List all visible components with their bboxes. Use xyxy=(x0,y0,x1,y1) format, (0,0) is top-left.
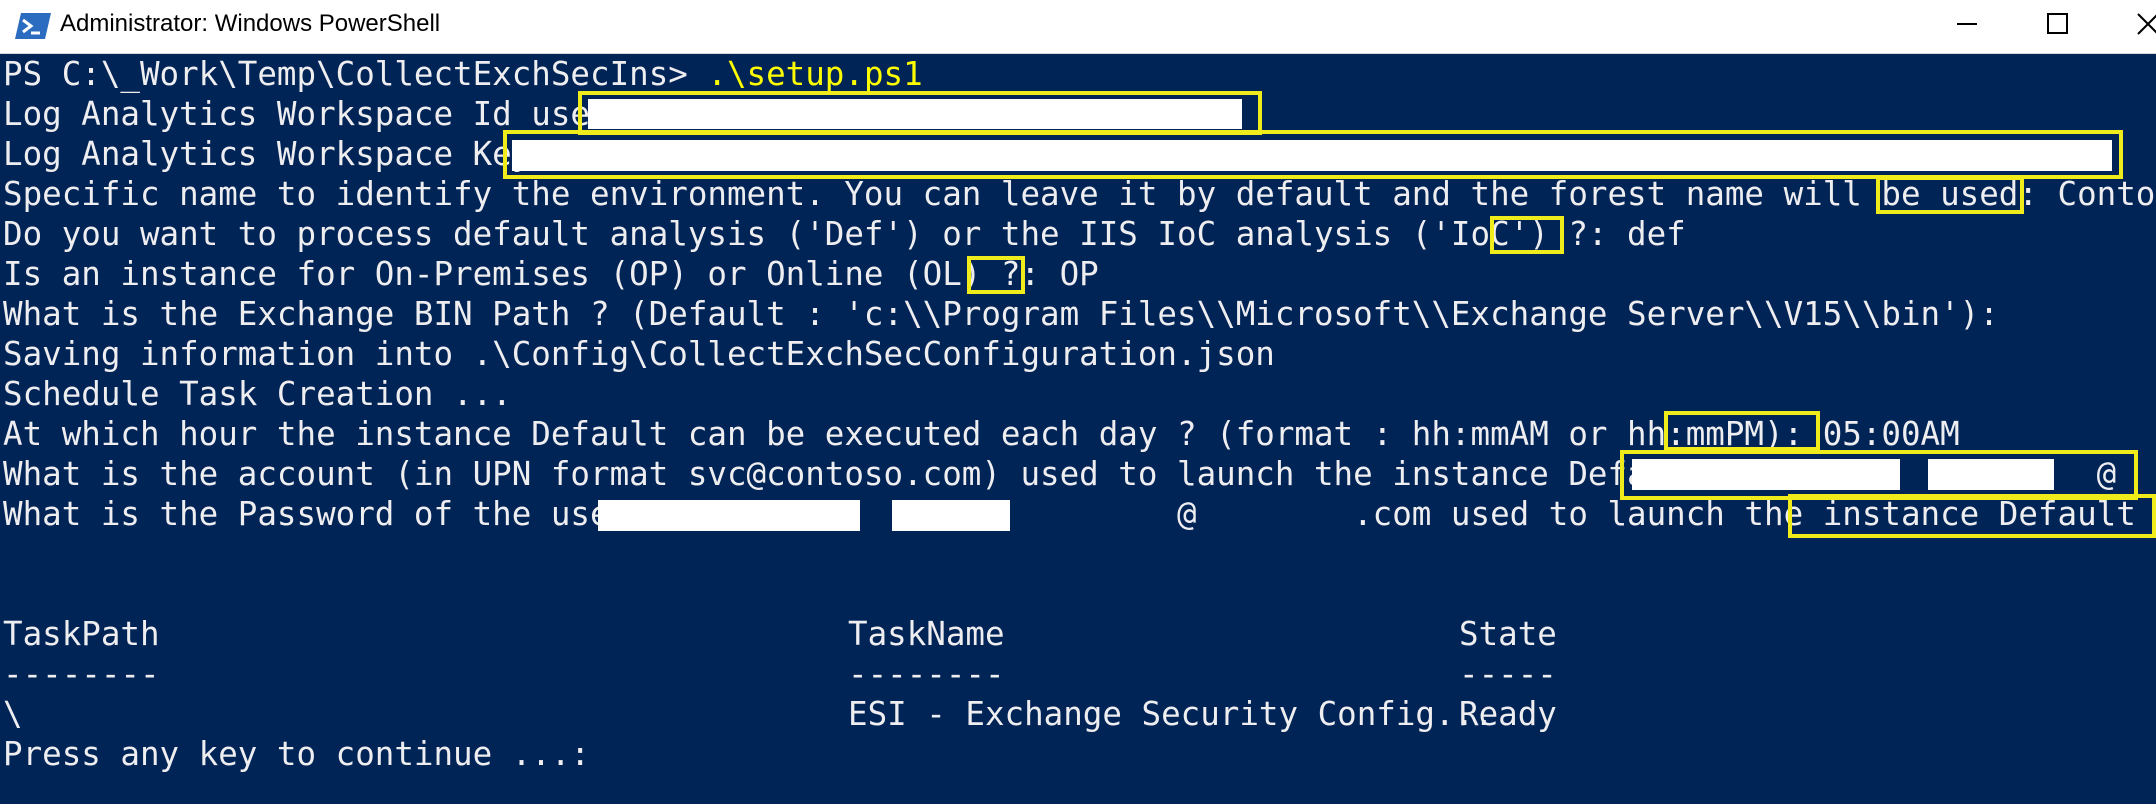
console-line: Do you want to process default analysis … xyxy=(3,215,1686,253)
table-cell-taskname: ESI - Exchange Security Config... xyxy=(848,695,1494,733)
environment-name-highlight xyxy=(1876,176,2024,214)
powershell-icon xyxy=(14,11,52,41)
instance-type-highlight xyxy=(967,256,1025,294)
user-name-redaction xyxy=(598,500,860,531)
command: .\setup.ps1 xyxy=(707,55,923,93)
column-header-state: State xyxy=(1459,615,1557,653)
analysis-type-highlight xyxy=(1490,216,1564,254)
title-bar[interactable]: Administrator: Windows PowerShell xyxy=(0,0,2156,54)
close-button[interactable] xyxy=(2118,0,2156,48)
console-line: Log Analytics Workspace Key: xyxy=(3,135,551,173)
console-line: What is the Exchange BIN Path ? (Default… xyxy=(3,295,1999,333)
maximize-button[interactable] xyxy=(2028,0,2088,48)
footer-prompt: Press any key to continue ...: xyxy=(3,735,590,773)
console-line: Specific name to identify the environmen… xyxy=(3,175,2156,213)
table-cell-state: Ready xyxy=(1459,695,1557,733)
column-separator: -------- xyxy=(848,655,1005,693)
column-header-taskpath: TaskPath xyxy=(3,615,160,653)
schedule-hour-highlight xyxy=(1664,411,1820,451)
user-domain-redaction xyxy=(892,500,1010,531)
console-line: Saving information into .\Config\Collect… xyxy=(3,335,1275,373)
maximize-icon xyxy=(2047,13,2068,34)
workspace-id-highlight xyxy=(578,91,1262,135)
prompt: PS C:\_Work\Temp\CollectExchSecIns> xyxy=(3,55,708,93)
column-header-taskname: TaskName xyxy=(848,615,1005,653)
table-cell-taskpath: \ xyxy=(3,695,23,733)
console-line: Is an instance for On-Premises (OP) or O… xyxy=(3,255,1099,293)
minimize-button[interactable] xyxy=(1937,0,1997,48)
window-title: Administrator: Windows PowerShell xyxy=(60,10,441,37)
column-separator: -------- xyxy=(3,655,160,693)
close-icon xyxy=(2137,13,2156,35)
prompt-line: PS C:\_Work\Temp\CollectExchSecIns> .\se… xyxy=(3,54,923,94)
workspace-key-highlight xyxy=(503,130,2123,179)
column-separator: ----- xyxy=(1459,655,1557,693)
console-line: Log Analytics Workspace Id used: xyxy=(3,95,630,133)
console-output[interactable]: PS C:\_Work\Temp\CollectExchSecIns> .\se… xyxy=(0,54,2156,804)
minimize-icon xyxy=(1957,23,1977,25)
console-line: Schedule Task Creation ... xyxy=(3,375,512,413)
password-highlight xyxy=(1788,494,2156,538)
account-highlight xyxy=(1620,450,2138,500)
